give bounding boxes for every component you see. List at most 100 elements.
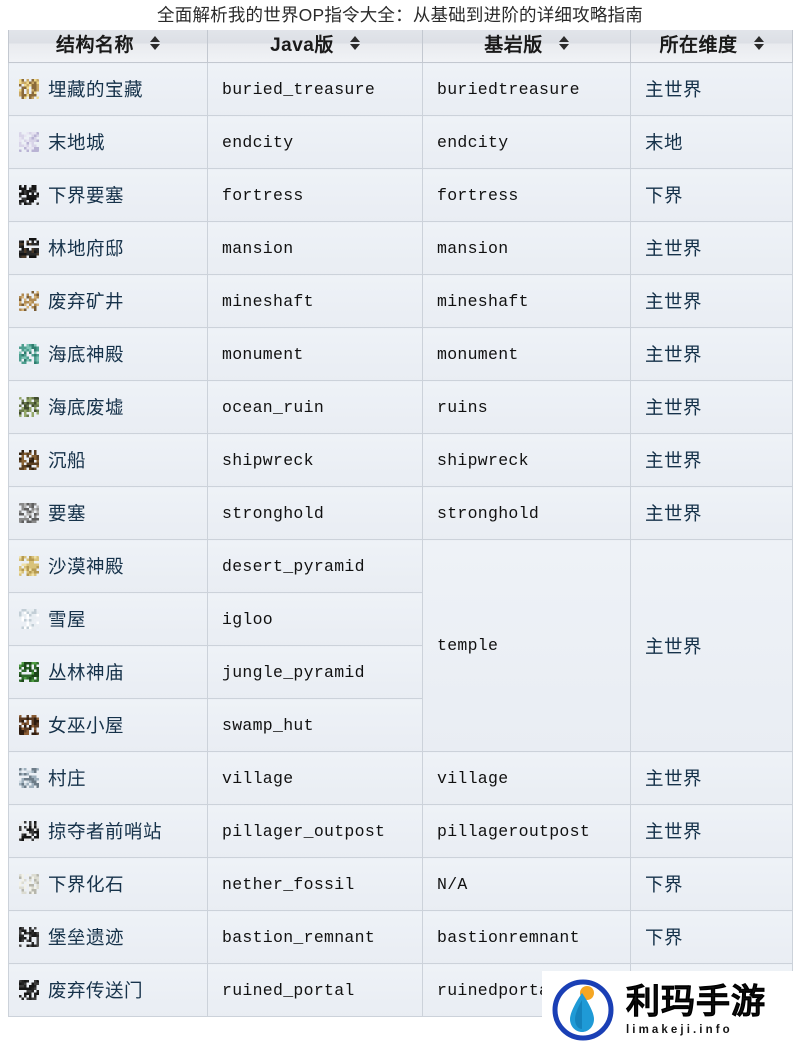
cell-structure-name: 废弃传送门: [8, 963, 208, 1017]
structure-name-label: 村庄: [48, 768, 87, 789]
cell-dimension: 主世界: [630, 486, 793, 540]
cell-dimension: 主世界: [630, 274, 793, 328]
structure-name-label: 林地府邸: [48, 238, 125, 259]
sort-updown-icon[interactable]: [349, 36, 360, 50]
watermark-text: 利玛手游 limakeji.info: [626, 982, 766, 1038]
cell-dimension: 末地: [630, 115, 793, 169]
cell-dimension: 主世界: [630, 751, 793, 805]
structure-name-label: 沙漠神殿: [48, 556, 125, 577]
column-header-dimension[interactable]: 所在维度: [630, 23, 793, 63]
cell-java-id: mansion: [207, 221, 423, 275]
table-row: 海底神殿 monument monument 主世界: [8, 327, 793, 381]
cell-structure-name: 村庄: [8, 751, 208, 805]
cell-java-id: jungle_pyramid: [207, 645, 423, 699]
cell-bedrock-id: buriedtreasure: [422, 62, 631, 116]
cell-bedrock-id: endcity: [422, 115, 631, 169]
structure-name-label: 埋藏的宝藏: [48, 79, 144, 100]
table-row: 沙漠神殿 desert_pyramid temple 主世界: [8, 539, 793, 752]
column-header-bedrock-edition[interactable]: 基岩版: [422, 23, 631, 63]
ocean-ruin-icon: [19, 397, 39, 417]
cell-java-id: nether_fossil: [207, 857, 423, 911]
cell-bedrock-id: fortress: [422, 168, 631, 222]
cell-structure-name: 末地城: [8, 115, 208, 169]
cell-bedrock-id: ruins: [422, 380, 631, 434]
structure-name-label: 要塞: [48, 503, 87, 524]
cell-dimension: 主世界: [630, 62, 793, 116]
structure-name-label: 女巫小屋: [48, 715, 125, 736]
structure-name-label: 海底神殿: [48, 344, 125, 365]
structure-name-label: 沉船: [48, 450, 87, 471]
cell-java-id: pillager_outpost: [207, 804, 423, 858]
table-row: 掠夺者前哨站 pillager_outpost pillageroutpost 主世界: [8, 804, 793, 858]
nether-fortress-icon: [19, 185, 39, 205]
ocean-monument-icon: [19, 344, 39, 364]
cell-java-id: endcity: [207, 115, 423, 169]
column-header-label: Java版: [270, 34, 334, 56]
watermark-brand: 利玛手游: [626, 983, 766, 1022]
cell-bedrock-id: village: [422, 751, 631, 805]
swamp-hut-icon: [19, 715, 39, 735]
column-header-label: 结构名称: [55, 34, 134, 56]
cell-java-id: ocean_ruin: [207, 380, 423, 434]
cell-bedrock-id: pillageroutpost: [422, 804, 631, 858]
table-header-row: 结构名称 Java版 基岩版 所在维度: [8, 23, 793, 63]
structure-name-label: 下界化石: [48, 874, 125, 895]
cell-java-id: ruined_portal: [207, 963, 423, 1017]
column-header-structure-name[interactable]: 结构名称: [8, 23, 208, 63]
village-icon: [19, 768, 39, 788]
site-watermark: 利玛手游 limakeji.info: [542, 971, 794, 1049]
table-header: 结构名称 Java版 基岩版 所在维度: [8, 23, 793, 63]
cell-structure-name: 废弃矿井: [8, 274, 208, 328]
table-row: 埋藏的宝藏 buried_treasure buriedtreasure 主世界: [8, 62, 793, 116]
structure-name-label: 堡垒遗迹: [48, 927, 125, 948]
table-row: 村庄 village village 主世界: [8, 751, 793, 805]
buried-treasure-icon: [19, 79, 39, 99]
cell-structure-name: 掠夺者前哨站: [8, 804, 208, 858]
cell-java-id: desert_pyramid: [207, 539, 423, 593]
cell-bedrock-id: mansion: [422, 221, 631, 275]
structure-name-label: 末地城: [48, 132, 106, 153]
shipwreck-icon: [19, 450, 39, 470]
column-header-label: 基岩版: [484, 34, 543, 56]
column-header-java-edition[interactable]: Java版: [207, 23, 423, 63]
cell-bedrock-id: monument: [422, 327, 631, 381]
cell-dimension: 下界: [630, 168, 793, 222]
cell-java-id: fortress: [207, 168, 423, 222]
cell-java-id: swamp_hut: [207, 698, 423, 752]
cell-structure-name: 沙漠神殿: [8, 539, 208, 593]
sort-updown-icon[interactable]: [150, 36, 160, 50]
sort-updown-icon[interactable]: [558, 36, 569, 50]
cell-java-id: stronghold: [207, 486, 423, 540]
sort-updown-icon[interactable]: [753, 36, 764, 50]
cell-structure-name: 下界化石: [8, 857, 208, 911]
table-row: 下界要塞 fortress fortress 下界: [8, 168, 793, 222]
cell-bedrock-id: shipwreck: [422, 433, 631, 487]
structure-name-label: 雪屋: [48, 609, 87, 630]
cell-dimension: 主世界: [630, 539, 793, 752]
table-row: 废弃矿井 mineshaft mineshaft 主世界: [8, 274, 793, 328]
cell-java-id: mineshaft: [207, 274, 423, 328]
cell-dimension: 下界: [630, 857, 793, 911]
cell-dimension: 主世界: [630, 221, 793, 275]
cell-java-id: shipwreck: [207, 433, 423, 487]
cell-structure-name: 下界要塞: [8, 168, 208, 222]
cell-java-id: bastion_remnant: [207, 910, 423, 964]
structure-name-label: 丛林神庙: [48, 662, 125, 683]
table-row: 下界化石 nether_fossil N/A 下界: [8, 857, 793, 911]
cell-java-id: igloo: [207, 592, 423, 646]
pillager-outpost-icon: [19, 821, 39, 841]
table-row: 堡垒遗迹 bastion_remnant bastionremnant 下界: [8, 910, 793, 964]
table-row: 要塞 stronghold stronghold 主世界: [8, 486, 793, 540]
cell-bedrock-id: stronghold: [422, 486, 631, 540]
column-header-label: 所在维度: [659, 34, 738, 56]
structure-name-label: 废弃矿井: [48, 291, 125, 312]
cell-structure-name: 雪屋: [8, 592, 208, 646]
structure-name-label: 废弃传送门: [48, 980, 144, 1001]
ruined-portal-icon: [19, 980, 39, 1000]
stronghold-icon: [19, 503, 39, 523]
structures-table-container: 结构名称 Java版 基岩版 所在维度 埋藏的宝藏 buried_treasur…: [8, 23, 793, 1017]
table-row: 海底废墟 ocean_ruin ruins 主世界: [8, 380, 793, 434]
cell-structure-name: 林地府邸: [8, 221, 208, 275]
cell-structure-name: 海底废墟: [8, 380, 208, 434]
cell-dimension: 主世界: [630, 380, 793, 434]
